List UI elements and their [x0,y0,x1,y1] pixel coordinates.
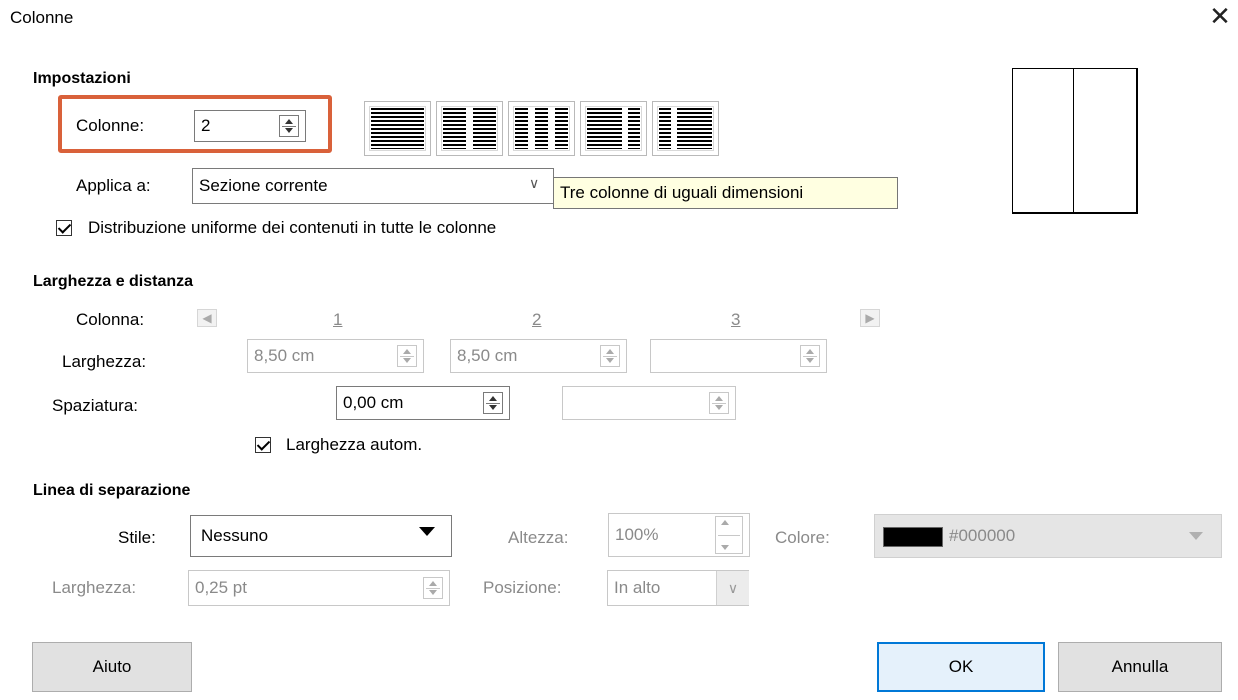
settings-heading: Impostazioni [33,70,131,87]
line-width-spin [423,577,443,599]
spacing-2-field [562,386,736,420]
tooltip: Tre colonne di uguali dimensioni [553,177,898,209]
preset-three-columns-button[interactable] [508,101,575,156]
close-icon[interactable]: ✕ [1208,3,1232,29]
auto-width-checkbox[interactable] [255,437,271,453]
spacing-1-field[interactable]: 0,00 cm [336,386,510,420]
line-width-field: 0,25 pt [188,570,450,606]
style-label: Stile: [118,528,156,547]
width-col2-field: 8,50 cm [450,339,627,373]
dropdown-arrow-icon [1189,532,1203,540]
preset-one-column-button[interactable] [364,101,431,156]
preset-right-wide-button[interactable] [652,101,719,156]
arrow-left-icon[interactable]: ◀ [197,309,217,327]
position-dropdown: In alto ∨ [607,570,749,606]
width-col1-field: 8,50 cm [247,339,424,373]
width-col2-value: 8,50 cm [457,346,518,365]
help-button[interactable]: Aiuto [32,642,192,692]
column-number-3: 3 [731,310,741,329]
color-swatch [883,527,943,547]
auto-width-label: Larghezza autom. [286,435,423,454]
height-label: Altezza: [508,528,569,547]
spacing-label: Spaziatura: [52,396,138,415]
color-label: Colore: [775,528,830,547]
style-value: Nessuno [201,526,269,545]
ok-button-label: OK [948,657,974,676]
height-field: 100% [608,513,750,557]
column-number-1: 1 [333,310,343,329]
column-preview [1012,68,1138,214]
ok-button[interactable]: OK [877,642,1045,692]
preset-left-wide-button[interactable] [580,101,647,156]
apply-to-dropdown[interactable]: Sezione corrente ∨ [192,168,554,204]
distribute-label: Distribuzione uniforme dei contenuti in … [88,218,497,237]
width-col3-spin [800,345,820,367]
style-dropdown[interactable]: Nessuno [190,515,452,557]
chevron-down-icon: ∨ [529,175,540,191]
width-col2-spin [600,345,620,367]
cancel-button[interactable]: Annulla [1058,642,1222,692]
width-label: Larghezza: [62,352,147,371]
width-spacing-heading: Larghezza e distanza [33,273,194,290]
color-dropdown: #000000 [874,514,1222,558]
cancel-button-label: Annulla [1111,657,1169,676]
apply-to-value: Sezione corrente [199,176,328,195]
position-label: Posizione: [483,578,562,597]
arrow-right-icon[interactable]: ▶ [860,309,880,327]
spacing-1-spin[interactable] [483,392,503,414]
column-number-2: 2 [532,310,542,329]
width-col1-spin [397,345,417,367]
spacing-2-spin [709,392,729,414]
width-col3-field [650,339,827,373]
spacing-1-value: 0,00 cm [343,393,404,412]
apply-to-label: Applica a: [76,176,151,195]
help-button-label: Aiuto [92,657,132,676]
columns-highlight [58,95,332,153]
separator-heading: Linea di separazione [33,482,191,499]
position-value: In alto [614,578,661,597]
height-value: 100% [615,525,659,544]
preset-two-columns-button[interactable] [436,101,503,156]
chevron-down-icon: ∨ [716,571,749,605]
color-value: #000000 [949,526,1016,545]
dropdown-arrow-icon [419,527,435,536]
line-width-value: 0,25 pt [195,578,247,597]
distribute-checkbox[interactable] [56,220,72,236]
dialog-title: Colonne [10,8,74,27]
height-spin [715,516,743,554]
column-nav-label: Colonna: [76,310,145,329]
width-col1-value: 8,50 cm [254,346,315,365]
line-width-label: Larghezza: [52,578,137,597]
